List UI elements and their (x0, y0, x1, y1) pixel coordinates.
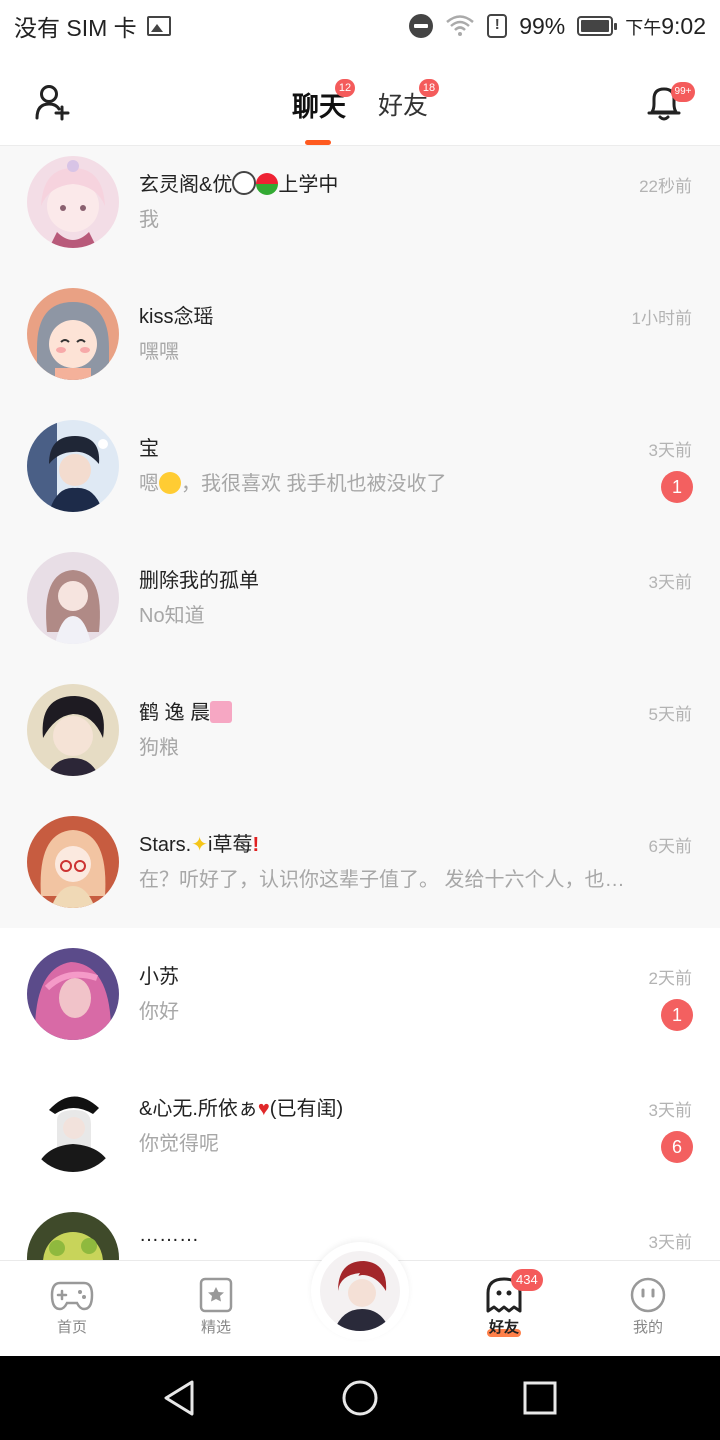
conversation-item[interactable]: Stars.✦i草莓! 在？听好了，认识你这辈子值了。 发给十六个人，也包… 6… (0, 806, 720, 938)
clock: 9:02 (661, 12, 706, 39)
conversation-time: 6天前 (648, 837, 692, 856)
nav-home-label: 首页 (56, 1319, 87, 1336)
conversation-preview: 在？听好了，认识你这辈子值了。 发给十六个人，也包… (139, 869, 639, 891)
conversation-preview: 你好 (139, 1001, 179, 1023)
conversation-name: kiss念瑶 (139, 306, 214, 328)
status-bar: 没有 SIM 卡 ! 99% 下午9:02 (0, 0, 720, 52)
center-avatar-button[interactable] (311, 1242, 409, 1340)
tab-chat-badge: 12 (335, 79, 355, 97)
conversation-name: 小苏 (139, 966, 179, 988)
conversation-time: 3天前 (648, 573, 692, 592)
nav-friends[interactable]: 434 好友 (454, 1261, 554, 1357)
battery-percent: 99% (519, 12, 566, 39)
conversation-preview: 你觉得呢 (139, 1133, 219, 1155)
home-icon[interactable] (340, 1378, 380, 1418)
alert-icon: ! (487, 14, 508, 38)
unread-badge: 1 (661, 999, 693, 1031)
conversation-name: 宝 (139, 438, 159, 460)
face-icon (630, 1277, 666, 1313)
sparkles-emoji-icon: ✦ (191, 834, 209, 856)
do-not-disturb-icon (409, 14, 434, 38)
conversation-time: 5天前 (648, 705, 692, 724)
tab-friends-badge: 18 (419, 79, 439, 97)
panda-emoji-icon (232, 171, 257, 195)
conversation-preview: No知道 (139, 605, 205, 627)
conversation-item[interactable]: 宝 嗯，我很喜欢 我手机也被没收了 3天前 1 (0, 410, 720, 542)
tab-active-indicator (305, 140, 331, 145)
unread-badge: 6 (661, 1131, 693, 1163)
conversation-item[interactable]: 鹤 逸 晨 狗粮 5天前 (0, 674, 720, 806)
unread-badge: 1 (661, 471, 693, 503)
carrier-text: 没有 SIM 卡 (14, 15, 137, 41)
conversation-item[interactable]: &心无.所依ぁ♥(已有闺) 你觉得呢 3天前 6 (0, 1070, 720, 1202)
conversation-item[interactable]: kiss念瑶 嘿嘿 1小时前 (0, 278, 720, 410)
avatar[interactable] (27, 684, 119, 776)
smile-emoji-icon (159, 472, 181, 494)
conversation-preview: 我 (139, 209, 159, 231)
nav-friends-label: 好友 (488, 1319, 519, 1336)
battery-icon (577, 16, 618, 36)
watermelon-emoji-icon (256, 173, 279, 195)
conversation-item[interactable]: 小苏 你好 2天前 1 (0, 938, 720, 1070)
recents-icon[interactable] (520, 1378, 560, 1418)
avatar[interactable] (27, 948, 119, 1040)
avatar[interactable] (27, 156, 119, 248)
avatar[interactable] (27, 816, 119, 908)
time-prefix: 下午 (625, 17, 662, 38)
nav-mine-label: 我的 (632, 1319, 663, 1336)
avatar[interactable] (27, 288, 119, 380)
nav-picks-label: 精选 (200, 1319, 231, 1336)
center-avatar (320, 1251, 400, 1331)
nav-home[interactable]: 首页 (22, 1261, 122, 1357)
wifi-icon (446, 15, 474, 36)
image-icon (146, 16, 171, 36)
conversation-time: 22秒前 (639, 177, 692, 196)
back-icon[interactable] (160, 1378, 200, 1418)
avatar[interactable] (27, 1080, 119, 1172)
top-header: 聊天 12 好友 18 99+ (0, 52, 720, 146)
conversation-time: 2天前 (648, 969, 692, 988)
avatar[interactable] (27, 1212, 119, 1260)
system-navigation-bar (0, 1356, 720, 1440)
conversation-name: ……… (139, 1224, 199, 1246)
love-house-emoji-icon (210, 701, 233, 723)
conversation-name: Stars.✦i草莓! (139, 834, 260, 856)
star-card-icon (199, 1277, 233, 1313)
conversation-time: 3天前 (648, 1101, 692, 1120)
conversation-preview: 嗯，我很喜欢 我手机也被没收了 (139, 472, 447, 495)
conversation-name: 鹤 逸 晨 (139, 696, 233, 725)
conversation-time: 3天前 (648, 441, 692, 460)
conversation-preview: 狗粮 (139, 737, 179, 759)
friends-badge: 434 (511, 1269, 543, 1291)
gamepad-icon (50, 1281, 94, 1311)
conversation-list: 玄灵阁&优 上学中 我 22秒前 kiss念瑶 嘿嘿 1小时前 宝 嗯，我很喜欢 … (0, 146, 720, 1260)
avatar[interactable] (27, 420, 119, 512)
heart-emoji-icon: ♥ (257, 1098, 270, 1120)
avatar[interactable] (27, 552, 119, 644)
exclamation-emoji-icon: ! (252, 834, 260, 856)
conversation-name: &心无.所依ぁ♥(已有闺) (139, 1098, 344, 1120)
conversation-time: 3天前 (648, 1233, 692, 1252)
conversation-item[interactable]: 删除我的孤单 No知道 3天前 (0, 542, 720, 674)
notification-badge: 99+ (671, 82, 695, 102)
conversation-preview: 嘿嘿 (139, 341, 179, 363)
conversation-item[interactable]: 玄灵阁&优 上学中 我 22秒前 (0, 146, 720, 278)
nav-picks[interactable]: 精选 (166, 1261, 266, 1357)
conversation-name: 玄灵阁&优 上学中 (139, 168, 338, 197)
add-friend-icon[interactable] (34, 82, 74, 122)
conversation-name: 删除我的孤单 (139, 570, 259, 592)
nav-mine[interactable]: 我的 (598, 1261, 698, 1357)
conversation-time: 1小时前 (631, 309, 692, 328)
